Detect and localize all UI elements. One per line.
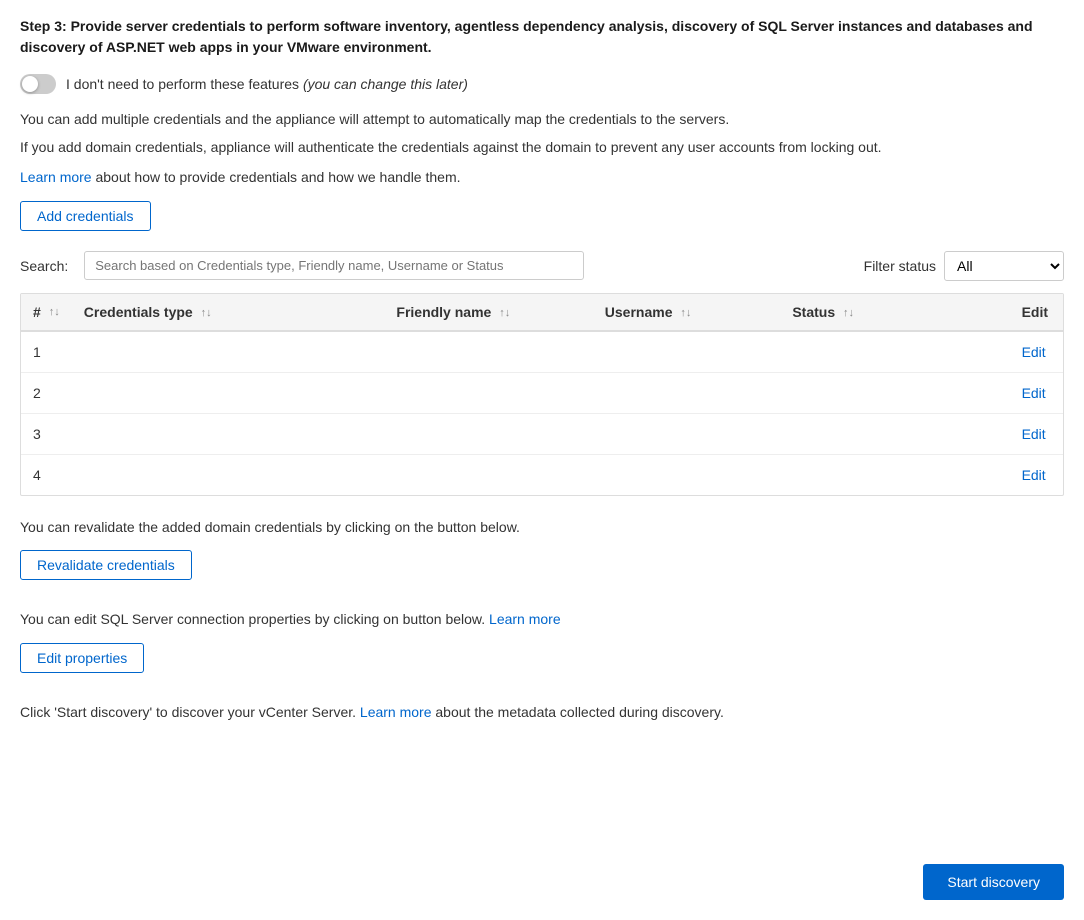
toggle-row: I don't need to perform these features (… — [20, 74, 1064, 94]
col-header-username: Username ↑↓ — [593, 294, 781, 331]
table-row: 1 Edit — [21, 331, 1063, 373]
cell-edit-0: Edit — [1010, 331, 1063, 373]
cell-edit-2: Edit — [1010, 413, 1063, 454]
info-text-2: If you add domain credentials, appliance… — [20, 136, 1064, 158]
cell-type-1 — [72, 372, 385, 413]
cell-status-0 — [780, 331, 1009, 373]
learn-more-suffix: about how to provide credentials and how… — [92, 169, 461, 185]
toggle-label: I don't need to perform these features (… — [66, 76, 468, 92]
sort-icon-type[interactable]: ↑↓ — [201, 307, 212, 319]
sort-icon-status[interactable]: ↑↓ — [843, 307, 854, 319]
col-header-status: Status ↑↓ — [780, 294, 1009, 331]
cell-friendly-0 — [384, 331, 592, 373]
search-filter-row: Search: Filter status All Valid Invalid … — [20, 251, 1064, 281]
filter-status-row: Filter status All Valid Invalid Pending — [864, 251, 1064, 281]
col-header-friendly: Friendly name ↑↓ — [384, 294, 592, 331]
credentials-table-container: # ↑↓ Credentials type ↑↓ Friendly name ↑… — [20, 293, 1064, 496]
cell-num-0: 1 — [21, 331, 72, 373]
col-header-hash: # ↑↓ — [21, 294, 72, 331]
cell-status-3 — [780, 454, 1009, 495]
sort-icon-hash[interactable]: ↑↓ — [49, 306, 60, 318]
edit-properties-learn-more-link[interactable]: Learn more — [489, 611, 561, 627]
credentials-table: # ↑↓ Credentials type ↑↓ Friendly name ↑… — [21, 294, 1063, 495]
toggle-switch[interactable] — [20, 74, 56, 94]
table-row: 4 Edit — [21, 454, 1063, 495]
learn-more-row: Learn more about how to provide credenti… — [20, 169, 1064, 185]
edit-properties-button[interactable]: Edit properties — [20, 643, 144, 673]
cell-friendly-3 — [384, 454, 592, 495]
sort-icon-friendly[interactable]: ↑↓ — [499, 307, 510, 319]
col-header-type: Credentials type ↑↓ — [72, 294, 385, 331]
search-label: Search: — [20, 258, 68, 274]
filter-status-label: Filter status — [864, 258, 936, 274]
col-header-edit: Edit — [1010, 294, 1063, 331]
cell-num-1: 2 — [21, 372, 72, 413]
cell-username-0 — [593, 331, 781, 373]
cell-type-0 — [72, 331, 385, 373]
cell-edit-3: Edit — [1010, 454, 1063, 495]
cell-username-1 — [593, 372, 781, 413]
table-body: 1 Edit 2 Edit 3 Edit 4 Edit — [21, 331, 1063, 495]
cell-username-2 — [593, 413, 781, 454]
edit-link-1[interactable]: Edit — [1022, 385, 1046, 401]
cell-type-2 — [72, 413, 385, 454]
cell-num-2: 3 — [21, 413, 72, 454]
cell-status-1 — [780, 372, 1009, 413]
edit-link-2[interactable]: Edit — [1022, 426, 1046, 442]
filter-status-select[interactable]: All Valid Invalid Pending — [944, 251, 1064, 281]
table-row: 2 Edit — [21, 372, 1063, 413]
add-credentials-button[interactable]: Add credentials — [20, 201, 151, 231]
page-title: Step 3: Provide server credentials to pe… — [20, 16, 1064, 58]
edit-link-0[interactable]: Edit — [1022, 344, 1046, 360]
cell-friendly-2 — [384, 413, 592, 454]
discovery-section: Click 'Start discovery' to discover your… — [20, 701, 1064, 723]
revalidate-info: You can revalidate the added domain cred… — [20, 516, 1064, 538]
info-text-1: You can add multiple credentials and the… — [20, 108, 1064, 130]
edit-properties-section: You can edit SQL Server connection prope… — [20, 608, 1064, 692]
cell-edit-1: Edit — [1010, 372, 1063, 413]
discovery-learn-more-link[interactable]: Learn more — [360, 704, 432, 720]
discovery-info: Click 'Start discovery' to discover your… — [20, 701, 1064, 723]
start-discovery-button[interactable]: Start discovery — [923, 864, 1064, 900]
revalidate-credentials-button[interactable]: Revalidate credentials — [20, 550, 192, 580]
learn-more-link[interactable]: Learn more — [20, 169, 92, 185]
cell-username-3 — [593, 454, 781, 495]
cell-type-3 — [72, 454, 385, 495]
sort-icon-username[interactable]: ↑↓ — [680, 307, 691, 319]
cell-num-3: 4 — [21, 454, 72, 495]
cell-status-2 — [780, 413, 1009, 454]
edit-properties-info: You can edit SQL Server connection prope… — [20, 608, 1064, 630]
cell-friendly-1 — [384, 372, 592, 413]
table-row: 3 Edit — [21, 413, 1063, 454]
search-input[interactable] — [84, 251, 584, 280]
table-header-row: # ↑↓ Credentials type ↑↓ Friendly name ↑… — [21, 294, 1063, 331]
edit-link-3[interactable]: Edit — [1022, 467, 1046, 483]
revalidate-section: You can revalidate the added domain cred… — [20, 516, 1064, 600]
